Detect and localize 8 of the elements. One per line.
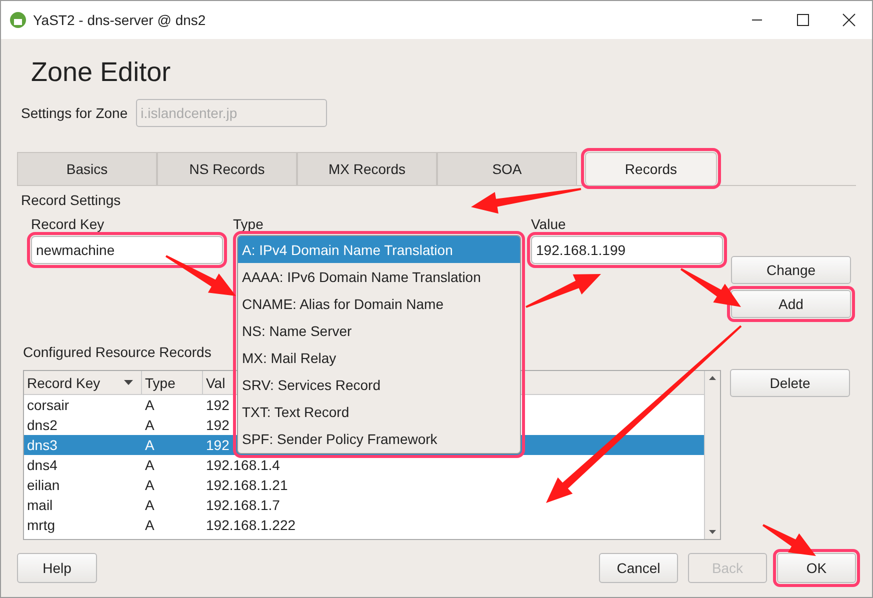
section-title: Record Settings (21, 192, 121, 208)
section-title: Configured Resource Records (23, 344, 212, 360)
page-heading: Zone Editor (31, 56, 171, 89)
field-label: Settings for Zone (21, 105, 128, 121)
field-label: Type (233, 216, 264, 232)
window-title: YaST2 - dns-server @ dns2 (33, 12, 206, 28)
field-label: Value (531, 216, 566, 232)
field-label: Record Key (31, 216, 104, 232)
